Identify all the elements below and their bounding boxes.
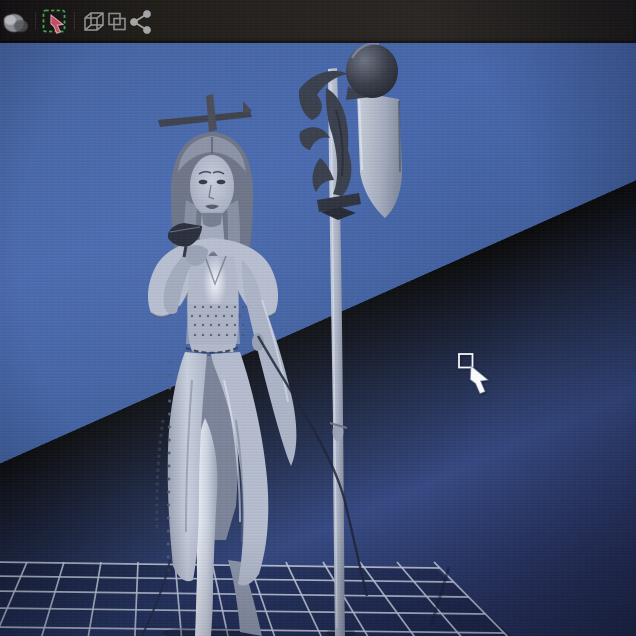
share-button[interactable]: [126, 7, 156, 37]
scene-svg: [0, 43, 512, 636]
female-character-model[interactable]: [141, 94, 297, 636]
select-tool-button[interactable]: [40, 7, 70, 37]
select-tool-icon: [40, 7, 70, 37]
hairpin: [158, 94, 252, 132]
share-icon: [127, 8, 155, 36]
sphere-blob-icon: [2, 7, 32, 37]
mouse-cursor: [458, 353, 489, 395]
toolbar: [0, 0, 636, 43]
corset: [186, 304, 240, 344]
material-sphere-button[interactable]: [2, 7, 32, 37]
toolbar-separator: [74, 12, 75, 30]
face: [190, 155, 234, 217]
ornate-staff-model[interactable]: [298, 43, 402, 636]
staff-blade: [357, 92, 402, 218]
screen-photo: [0, 0, 636, 636]
toolbar-separator: [35, 12, 36, 30]
staff-orb: [346, 44, 398, 98]
viewport-canvas[interactable]: [0, 43, 636, 636]
floor-grid: [0, 561, 512, 636]
